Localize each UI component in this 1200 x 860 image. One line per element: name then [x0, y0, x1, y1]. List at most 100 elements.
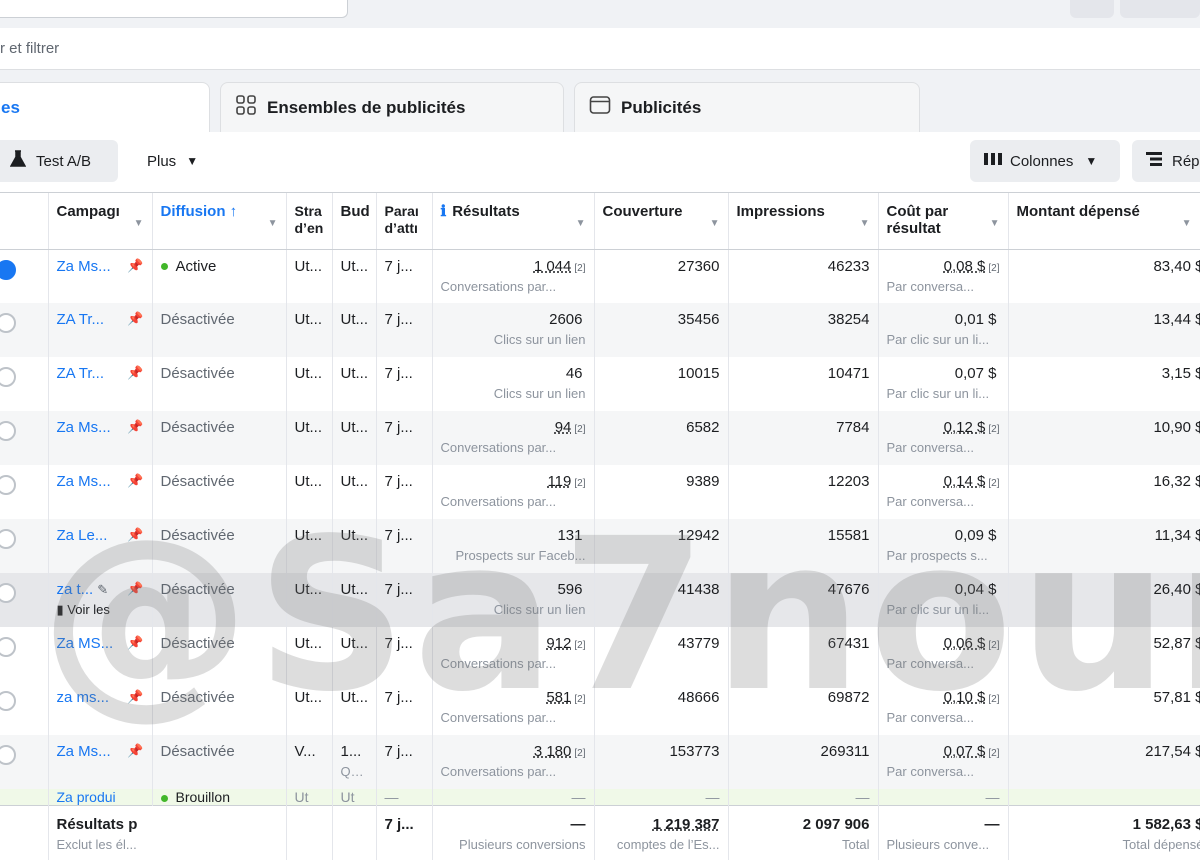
row-select[interactable] — [0, 249, 49, 303]
reach-value: 12942 — [677, 527, 720, 544]
row-toggle[interactable] — [0, 259, 16, 280]
table-row-partial[interactable]: Za produi Brouillon Ut Ut — — — — — — [0, 789, 1200, 806]
impressions-value: 67431 — [827, 635, 870, 652]
table-row[interactable]: Za Ms... 📌 Active Ut... Ut... 7 j... 1 044 [2] C… — [0, 249, 1200, 303]
table-row[interactable]: Za Ms... 📌 Désactivée Ut... Ut... 7 j... 94 [2]… — [0, 411, 1200, 465]
pin-icon[interactable]: 📌 — [127, 365, 143, 381]
view-charts-link[interactable]: ▮ Voir les — [57, 602, 144, 618]
row-select[interactable] — [0, 735, 49, 789]
campaign-name-link[interactable]: Za Ms... — [57, 419, 111, 436]
campaign-cell[interactable]: ZA Tr... 📌 — [48, 303, 153, 357]
tab-campaigns[interactable]: es — [0, 82, 210, 132]
results-type: Conversations par... — [440, 710, 557, 725]
campaign-cell[interactable]: Za Ms... 📌 — [48, 735, 153, 789]
campaign-cell[interactable]: Za Ms... 📌 — [48, 465, 153, 519]
campaign-name-link[interactable]: za ms... — [57, 689, 110, 706]
campaign-name-link[interactable]: Za produi — [57, 789, 116, 805]
campaign-name-link[interactable]: Za Le... — [57, 527, 108, 544]
reach-cell: 48666 — [594, 681, 729, 735]
campaign-cell[interactable]: za ms... 📌 — [48, 681, 153, 735]
top-button[interactable] — [1070, 0, 1114, 18]
table-row[interactable]: Za Ms... 📌 Désactivée Ut... Ut... 7 j... 119 [2… — [0, 465, 1200, 519]
delivery-status: Brouillon — [175, 789, 230, 805]
tab-ad-sets[interactable]: Ensembles de publicités — [220, 82, 564, 132]
table-row[interactable]: Za Le... 📌 Désactivée Ut... Ut... 7 j... 131 Pr… — [0, 519, 1200, 573]
top-button-2[interactable] — [1120, 0, 1200, 18]
table-row[interactable]: ZA Tr... 📌 Désactivée Ut... Ut... 7 j... 2606 C… — [0, 303, 1200, 357]
column-header-budget[interactable]: Bud — [332, 193, 377, 250]
campaign-cell[interactable]: Za Ms... 📌 — [48, 411, 153, 465]
row-select[interactable] — [0, 357, 49, 411]
pin-icon[interactable]: 📌 — [127, 689, 143, 705]
pin-icon[interactable]: 📌 — [127, 311, 143, 327]
breakdown-icon — [1146, 152, 1162, 170]
row-select[interactable] — [0, 573, 49, 627]
campaign-name-link[interactable]: Za MS... — [57, 635, 114, 652]
ab-test-button[interactable]: Test A/B — [0, 140, 118, 182]
row-toggle[interactable] — [0, 313, 16, 333]
columns-button[interactable]: Colonnes ▼ — [970, 140, 1120, 182]
pin-icon[interactable]: 📌 — [127, 743, 143, 759]
row-select[interactable] — [0, 519, 49, 573]
campaign-cell[interactable]: Za Le... 📌 — [48, 519, 153, 573]
column-header-campaign[interactable]: Campagı ▼ — [48, 193, 153, 250]
row-select[interactable] — [0, 465, 49, 519]
column-header-impressions[interactable]: Impressions ▼ — [728, 193, 879, 250]
pin-icon[interactable]: 📌 — [127, 258, 143, 274]
pin-icon[interactable]: 📌 — [127, 419, 143, 435]
amount-spent-cell: 57,81 $ — [1008, 681, 1200, 735]
table-row[interactable]: ZA Tr... 📌 Désactivée Ut... Ut... 7 j... 46 Cli… — [0, 357, 1200, 411]
search-field[interactable] — [0, 0, 348, 18]
row-toggle[interactable] — [0, 745, 16, 765]
pin-icon[interactable]: 📌 — [127, 473, 143, 489]
campaign-name-link[interactable]: ZA Tr... — [57, 365, 105, 382]
totals-label-sub: Exclut les él... — [56, 837, 137, 852]
cost-per-result-cell: 0,10 $ [2] Par conversa... — [878, 681, 1009, 735]
pin-icon[interactable]: 📌 — [127, 635, 143, 651]
row-select[interactable] — [0, 681, 49, 735]
column-header-delivery[interactable]: Diffusion ↑ ▼ — [152, 193, 287, 250]
row-toggle[interactable] — [0, 421, 16, 441]
row-toggle[interactable] — [0, 529, 16, 549]
row-select[interactable] — [0, 789, 49, 806]
column-header-amount-spent[interactable]: Montant dépensé ▼ — [1008, 193, 1200, 250]
pin-icon[interactable]: 📌 — [127, 527, 143, 543]
campaign-name-link[interactable]: Za Ms... — [57, 258, 111, 275]
column-header-attribution[interactable]: Paraı d’attı — [376, 193, 433, 250]
table-row[interactable]: za t... ✎ 📌 ▮ Voir les Désactivée Ut... Ut... 7… — [0, 573, 1200, 627]
campaign-name-link[interactable]: za t... — [57, 581, 94, 598]
campaign-name-link[interactable]: Za Ms... — [57, 473, 111, 490]
more-button[interactable]: Plus ▼ — [134, 140, 214, 182]
table-row[interactable]: za ms... 📌 Désactivée Ut... Ut... 7 j... 581 [2… — [0, 681, 1200, 735]
row-toggle[interactable] — [0, 691, 16, 711]
row-select[interactable] — [0, 627, 49, 681]
column-header-results[interactable]: ℹ Résultats ▼ — [432, 193, 595, 250]
row-toggle[interactable] — [0, 637, 16, 657]
tab-ads[interactable]: Publicités — [574, 82, 920, 132]
row-select[interactable] — [0, 303, 49, 357]
amount-spent-value: 3,15 $ — [1161, 365, 1200, 382]
column-header-strategy[interactable]: Stra d’en — [286, 193, 333, 250]
pin-icon[interactable]: 📌 — [127, 581, 143, 597]
campaign-name-link[interactable]: Za Ms... — [57, 743, 111, 760]
campaign-cell[interactable]: za t... ✎ 📌 ▮ Voir les — [48, 573, 153, 627]
cost-footnote: [2] — [988, 640, 1000, 651]
edit-icon[interactable]: ✎ — [97, 582, 108, 597]
campaign-cell[interactable]: Za produi — [48, 789, 153, 806]
filter-bar[interactable]: r et filtrer — [0, 28, 1200, 70]
table-row[interactable]: Za MS... 📌 Désactivée Ut... Ut... 7 j... 912 [2… — [0, 627, 1200, 681]
campaign-cell[interactable]: ZA Tr... 📌 — [48, 357, 153, 411]
impressions-value: 46233 — [827, 257, 870, 275]
campaign-cell[interactable]: Za MS... 📌 — [48, 627, 153, 681]
column-header-reach[interactable]: Couverture ▼ — [594, 193, 729, 250]
breakdown-button[interactable]: Rép — [1132, 140, 1200, 182]
campaign-name-link[interactable]: ZA Tr... — [57, 311, 105, 328]
column-header-cost-per-result[interactable]: Coût par résultat ▼ — [878, 193, 1009, 250]
row-toggle[interactable] — [0, 367, 16, 387]
row-select[interactable] — [0, 411, 49, 465]
campaign-cell[interactable]: Za Ms... 📌 — [48, 249, 153, 303]
budget-value: Ut... — [340, 473, 369, 490]
row-toggle[interactable] — [0, 583, 16, 603]
row-toggle[interactable] — [0, 475, 16, 495]
table-row[interactable]: Za Ms... 📌 Désactivée V... 1... Qu... 7 j... 3 … — [0, 735, 1200, 789]
